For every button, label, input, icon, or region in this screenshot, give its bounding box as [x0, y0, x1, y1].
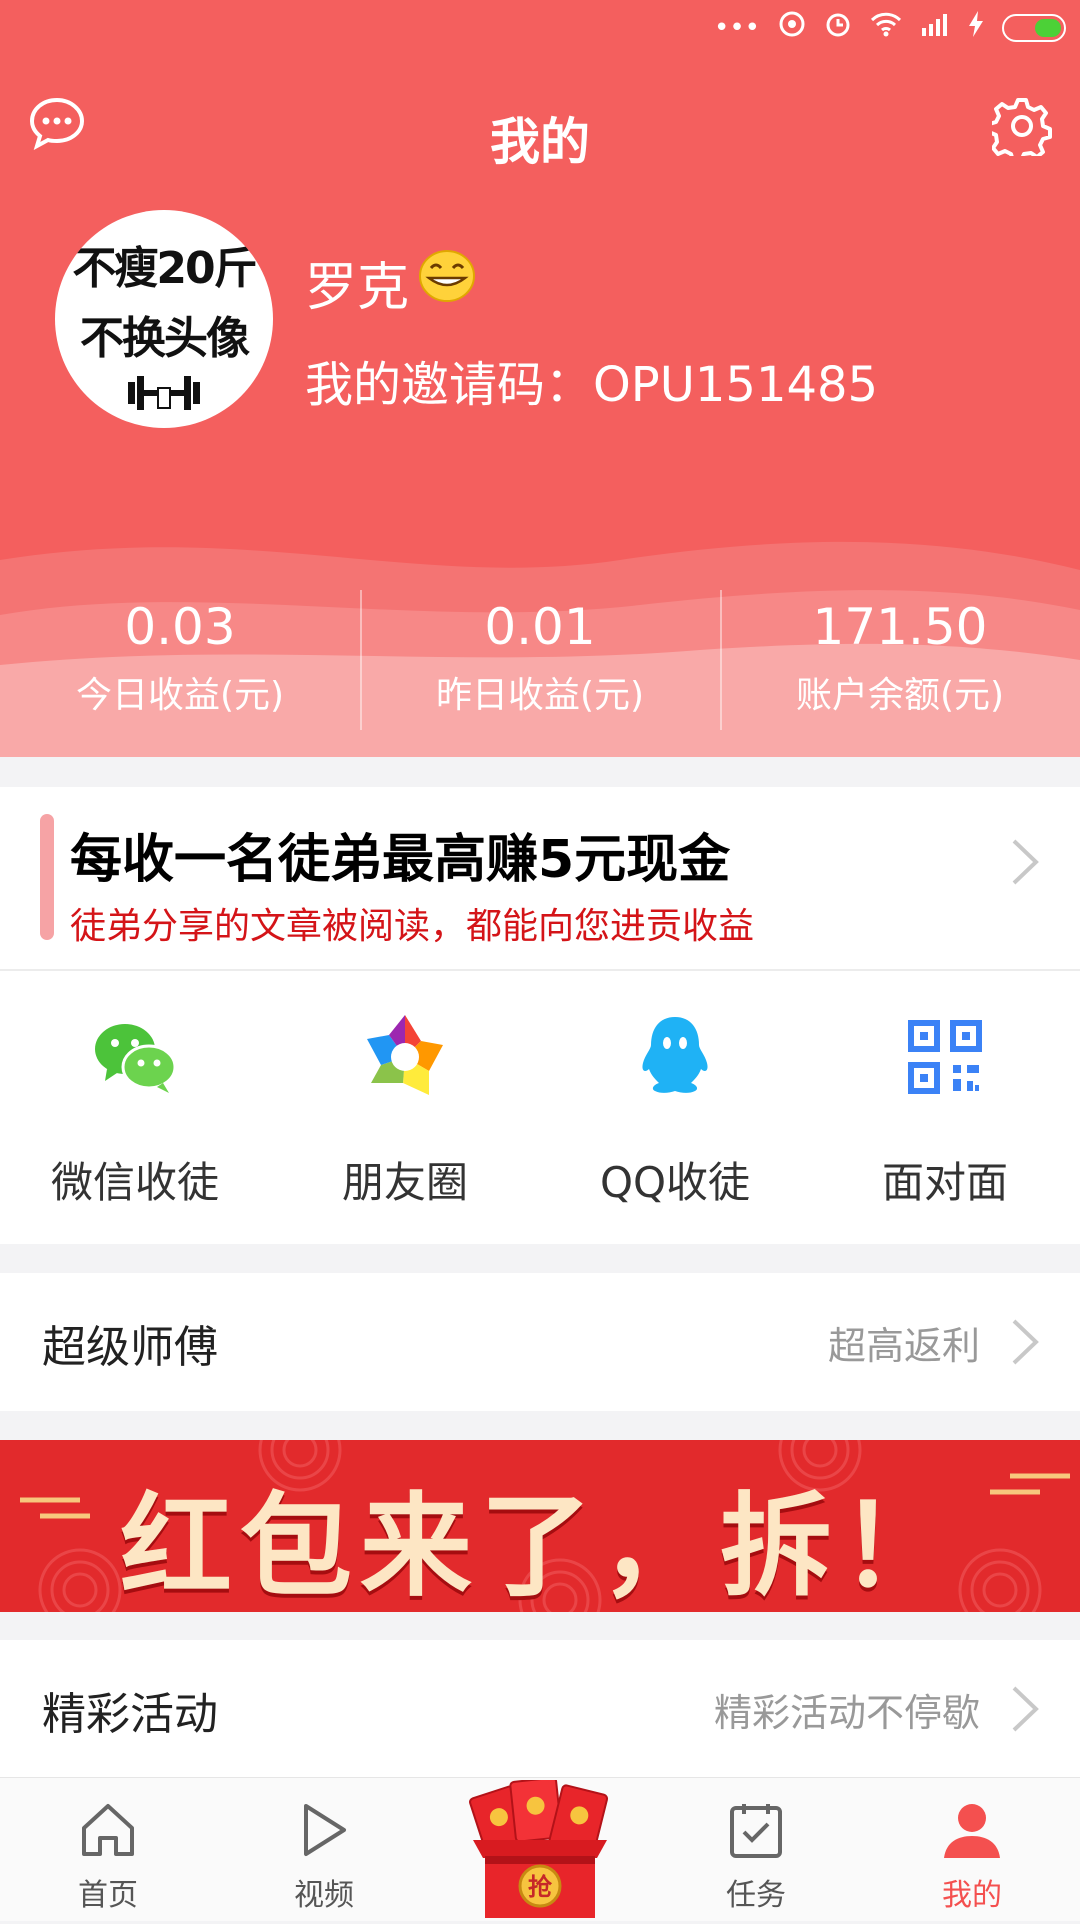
hotspot-icon	[778, 10, 806, 45]
accent-bar	[40, 814, 54, 940]
chevron-right-icon	[1010, 1317, 1040, 1380]
avatar[interactable]: 不瘦20斤 不换头像	[55, 210, 273, 428]
activities-row[interactable]: 精彩活动 精彩活动不停歇	[0, 1640, 1080, 1778]
invite-apprentice-card[interactable]: 每收一名徒弟最高赚5元现金 徒弟分享的文章被阅读，都能向您进贡收益	[0, 787, 1080, 971]
settings-button[interactable]	[987, 96, 1052, 163]
status-bar: •••	[0, 0, 1080, 54]
share-label: 微信收徒	[50, 1158, 219, 1207]
home-icon	[76, 1798, 140, 1862]
earnings-stats: 0.03 今日收益(元) 0.01 昨日收益(元) 171.50 账户余额(元)	[0, 590, 1080, 730]
share-label: 朋友圈	[341, 1158, 468, 1207]
signal-icon	[920, 12, 950, 43]
tab-label: 首页	[78, 1878, 138, 1913]
battery-icon	[1002, 13, 1066, 42]
invite-card-title: 每收一名徒弟最高赚5元现金	[70, 830, 731, 890]
row-title: 超级师傅	[42, 1322, 218, 1373]
play-icon	[292, 1798, 356, 1862]
stat-value: 171.50	[812, 598, 988, 656]
tab-video[interactable]: 视频	[216, 1778, 432, 1921]
wifi-icon	[870, 11, 902, 44]
share-label: 面对面	[881, 1158, 1008, 1207]
red-envelope-banner[interactable]: 红包来了，拆！	[0, 1440, 1080, 1612]
share-face-to-face[interactable]: 面对面	[810, 971, 1080, 1244]
tab-label: 视频	[294, 1878, 354, 1913]
tab-profile[interactable]: 我的	[864, 1778, 1080, 1921]
tab-home[interactable]: 首页	[0, 1778, 216, 1921]
more-dots-icon: •••	[713, 12, 760, 43]
share-wechat[interactable]: 微信收徒	[0, 971, 270, 1244]
row-subtitle: 精彩活动不停歇	[713, 1691, 980, 1735]
alarm-icon	[824, 10, 852, 45]
share-label: QQ收徒	[599, 1158, 751, 1207]
task-icon	[724, 1798, 788, 1862]
stat-today[interactable]: 0.03 今日收益(元)	[0, 590, 360, 730]
tab-tasks[interactable]: 任务	[648, 1778, 864, 1921]
tab-label: 我的	[942, 1878, 1002, 1913]
grin-emoji-icon	[417, 248, 477, 317]
invite-card-subtitle: 徒弟分享的文章被阅读，都能向您进贡收益	[70, 906, 755, 947]
avatar-text-line2: 不换头像	[80, 313, 250, 364]
stat-label: 昨日收益(元)	[435, 675, 645, 716]
row-subtitle: 超高返利	[827, 1324, 980, 1368]
stat-label: 今日收益(元)	[75, 675, 285, 716]
red-envelope-icon[interactable]: 抢	[463, 1776, 617, 1920]
chevron-right-icon	[1010, 837, 1040, 900]
invite-code: 我的邀请码：OPU151485	[305, 357, 879, 413]
stat-balance[interactable]: 171.50 账户余额(元)	[720, 590, 1080, 730]
dumbbell-icon	[55, 370, 273, 420]
charging-icon	[968, 11, 984, 44]
super-master-row[interactable]: 超级师傅 超高返利	[0, 1273, 1080, 1411]
stat-value: 0.03	[124, 598, 236, 656]
stat-label: 账户余额(元)	[795, 675, 1005, 716]
stat-yesterday[interactable]: 0.01 昨日收益(元)	[360, 590, 720, 730]
user-icon	[940, 1798, 1004, 1862]
wechat-icon	[89, 1011, 181, 1103]
qq-icon	[629, 1011, 721, 1103]
username-text: 罗克	[305, 258, 410, 318]
page-title: 我的	[490, 113, 590, 171]
gear-icon	[987, 98, 1052, 163]
tab-label: 任务	[726, 1878, 786, 1913]
share-options: 微信收徒 朋友圈 QQ收徒 面对面	[0, 971, 1080, 1244]
svg-text:抢: 抢	[528, 1873, 553, 1901]
moments-icon	[359, 1011, 451, 1103]
share-moments[interactable]: 朋友圈	[270, 971, 540, 1244]
avatar-text-line1: 不瘦20斤	[72, 243, 257, 294]
chevron-right-icon	[1010, 1684, 1040, 1747]
stat-value: 0.01	[484, 598, 596, 656]
qrcode-icon	[899, 1011, 991, 1103]
profile-header: ••• 我的 不瘦20斤 不换头像 罗克 我的邀请码：OPU151485 0.0…	[0, 0, 1080, 757]
share-qq[interactable]: QQ收徒	[540, 971, 810, 1244]
username: 罗克	[305, 245, 477, 320]
banner-text: 红包来了，拆！	[120, 1482, 960, 1612]
row-title: 精彩活动	[42, 1689, 218, 1740]
